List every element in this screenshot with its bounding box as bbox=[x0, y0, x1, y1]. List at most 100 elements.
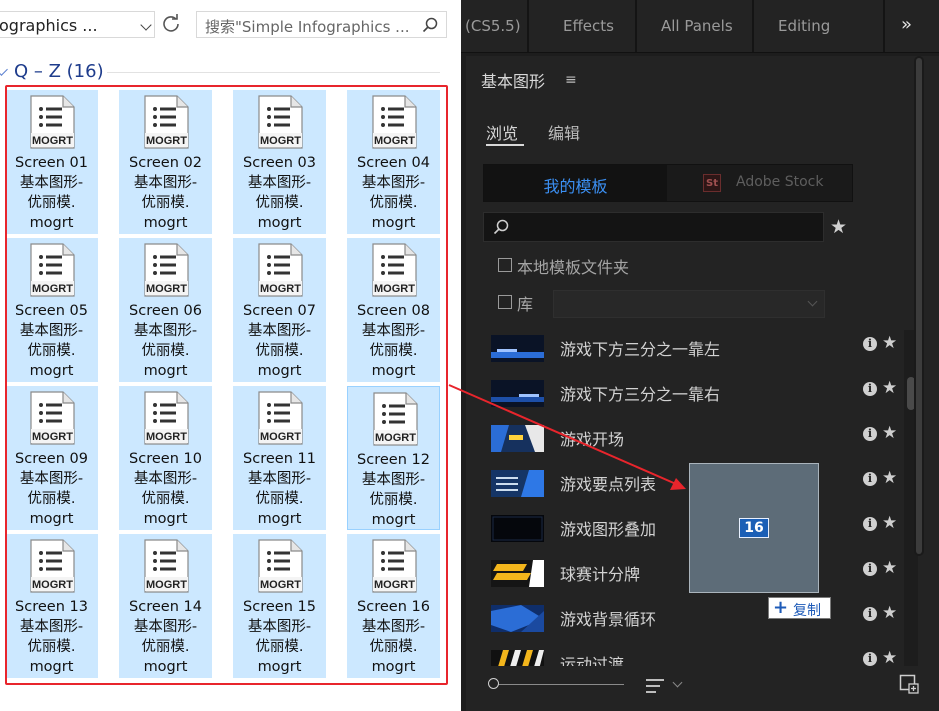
file-item[interactable]: MOGRT Screen 13 基本图形- 优丽模. mogrt bbox=[5, 534, 98, 678]
favorite-star-icon[interactable]: ★ bbox=[882, 558, 897, 578]
favorite-star-icon[interactable]: ★ bbox=[882, 468, 897, 488]
template-thumbnail bbox=[491, 515, 544, 542]
chevron-down-icon[interactable] bbox=[0, 63, 8, 76]
file-item[interactable]: MOGRT Screen 15 基本图形- 优丽模. mogrt bbox=[233, 534, 326, 678]
divider bbox=[635, 0, 637, 52]
tab-browse[interactable]: 浏览 bbox=[486, 120, 518, 144]
file-extension: mogrt bbox=[371, 512, 416, 528]
info-icon[interactable]: i bbox=[863, 472, 877, 486]
more-workspaces-icon[interactable]: » bbox=[901, 14, 912, 35]
thumbnail-size-slider[interactable] bbox=[488, 678, 624, 690]
adobe-stock-button[interactable]: St Adobe Stock bbox=[668, 165, 852, 201]
library-checkbox[interactable] bbox=[498, 295, 512, 309]
file-name-line-2: 基本图形- bbox=[19, 323, 84, 339]
panel-menu-icon[interactable]: ≡ bbox=[565, 72, 577, 88]
group-divider bbox=[107, 72, 440, 73]
address-text: ographics ... bbox=[0, 16, 98, 35]
file-name-line-3: 优丽模. bbox=[27, 195, 76, 211]
sort-line bbox=[646, 685, 660, 687]
file-item[interactable]: MOGRT Screen 04 基本图形- 优丽模. mogrt bbox=[347, 90, 440, 234]
library-dropdown[interactable] bbox=[553, 290, 825, 318]
favorite-star-icon[interactable]: ★ bbox=[882, 423, 897, 443]
file-item[interactable]: MOGRT Screen 08 基本图形- 优丽模. mogrt bbox=[347, 238, 440, 382]
template-name: 游戏下方三分之一靠左 bbox=[560, 340, 721, 359]
favorite-star-icon[interactable]: ★ bbox=[882, 378, 897, 398]
mogrt-file-label: MOGRT bbox=[374, 579, 415, 591]
file-item[interactable]: MOGRT Screen 12 基本图形- 优丽模. mogrt bbox=[347, 386, 440, 530]
file-item[interactable]: MOGRT Screen 06 基本图形- 优丽模. mogrt bbox=[119, 238, 212, 382]
search-input[interactable]: 搜索"Simple Infographics ... bbox=[196, 11, 447, 38]
file-item[interactable]: MOGRT Screen 07 基本图形- 优丽模. mogrt bbox=[233, 238, 326, 382]
tab-edit[interactable]: 编辑 bbox=[548, 120, 580, 144]
file-name-line-3: 优丽模. bbox=[255, 491, 304, 507]
my-templates-label: 我的模板 bbox=[543, 177, 608, 196]
file-name: Screen 15 bbox=[243, 599, 316, 615]
local-folder-checkbox[interactable] bbox=[498, 258, 512, 272]
mogrt-file-label: MOGRT bbox=[260, 283, 301, 295]
my-templates-button[interactable]: 我的模板 bbox=[484, 165, 667, 201]
file-name-line-3: 优丽模. bbox=[255, 343, 304, 359]
sort-menu-button[interactable] bbox=[646, 677, 688, 695]
favorite-star-icon[interactable]: ★ bbox=[882, 648, 897, 666]
file-item[interactable]: MOGRT Screen 01 基本图形- 优丽模. mogrt bbox=[5, 90, 98, 234]
workspace-editing[interactable]: Editing bbox=[778, 17, 830, 35]
refresh-icon[interactable] bbox=[160, 13, 182, 35]
new-layer-icon[interactable] bbox=[899, 674, 919, 694]
mogrt-file-label: MOGRT bbox=[146, 283, 187, 295]
mogrt-file-icon: MOGRT bbox=[30, 95, 75, 149]
file-extension: mogrt bbox=[29, 511, 74, 527]
info-icon[interactable]: i bbox=[863, 337, 877, 351]
file-name-line-2: 基本图形- bbox=[247, 619, 312, 635]
favorite-star-icon[interactable]: ★ bbox=[882, 513, 897, 533]
file-extension: mogrt bbox=[257, 363, 302, 379]
slider-knob[interactable] bbox=[488, 678, 499, 689]
file-name: Screen 08 bbox=[357, 303, 430, 319]
file-item[interactable]: MOGRT Screen 16 基本图形- 优丽模. mogrt bbox=[347, 534, 440, 678]
library-label: 库 bbox=[517, 295, 534, 314]
info-icon[interactable]: i bbox=[863, 382, 877, 396]
file-item[interactable]: MOGRT Screen 10 基本图形- 优丽模. mogrt bbox=[119, 386, 212, 530]
file-item[interactable]: MOGRT Screen 05 基本图形- 优丽模. mogrt bbox=[5, 238, 98, 382]
group-header[interactable]: Q – Z (16) bbox=[0, 61, 440, 83]
info-icon[interactable]: i bbox=[863, 517, 877, 531]
info-icon[interactable]: i bbox=[863, 427, 877, 441]
panel-scrollbar-thumb[interactable] bbox=[916, 58, 922, 554]
template-thumbnail bbox=[491, 470, 544, 497]
favorite-star-icon[interactable]: ★ bbox=[882, 333, 897, 353]
template-search-input[interactable] bbox=[483, 212, 824, 242]
chevron-down-icon[interactable] bbox=[140, 19, 152, 31]
file-extension: mogrt bbox=[371, 215, 416, 231]
template-row[interactable]: 游戏下方三分之一靠右 i ★ bbox=[466, 377, 914, 422]
template-row[interactable]: 运动过渡 i ★ bbox=[466, 647, 914, 666]
file-name-line-3: 优丽模. bbox=[369, 195, 418, 211]
file-name: Screen 09 bbox=[15, 451, 88, 467]
info-icon[interactable]: i bbox=[863, 562, 877, 576]
template-row[interactable]: 游戏开场 i ★ bbox=[466, 422, 914, 467]
panel-scrollbar[interactable] bbox=[914, 56, 924, 556]
template-thumbnail bbox=[491, 335, 544, 362]
file-item[interactable]: MOGRT Screen 14 基本图形- 优丽模. mogrt bbox=[119, 534, 212, 678]
file-extension: mogrt bbox=[371, 659, 416, 675]
info-icon[interactable]: i bbox=[863, 607, 877, 621]
template-name: 运动过渡 bbox=[560, 655, 625, 666]
search-icon[interactable] bbox=[422, 17, 438, 33]
file-item[interactable]: MOGRT Screen 02 基本图形- 优丽模. mogrt bbox=[119, 90, 212, 234]
file-item[interactable]: MOGRT Screen 03 基本图形- 优丽模. mogrt bbox=[233, 90, 326, 234]
info-icon[interactable]: i bbox=[863, 652, 877, 666]
favorites-filter-star-icon[interactable]: ★ bbox=[830, 216, 847, 238]
workspace-bar: (CS5.5) Effects All Panels Editing » bbox=[461, 0, 939, 53]
workspace-effects[interactable]: Effects bbox=[563, 17, 614, 35]
mogrt-file-label: MOGRT bbox=[146, 135, 187, 147]
address-bar[interactable]: ographics ... bbox=[0, 11, 155, 38]
template-name: 球赛计分牌 bbox=[560, 565, 641, 584]
workspace-all-panels[interactable]: All Panels bbox=[661, 17, 733, 35]
template-row[interactable]: 游戏背景循环 i ★ bbox=[466, 602, 914, 647]
file-name: Screen 10 bbox=[129, 451, 202, 467]
mogrt-file-icon: MOGRT bbox=[30, 243, 75, 297]
file-item[interactable]: MOGRT Screen 11 基本图形- 优丽模. mogrt bbox=[233, 386, 326, 530]
favorite-star-icon[interactable]: ★ bbox=[882, 603, 897, 623]
workspace-cs55[interactable]: (CS5.5) bbox=[465, 17, 521, 35]
template-row[interactable]: 游戏下方三分之一靠左 i ★ bbox=[466, 332, 914, 377]
file-item[interactable]: MOGRT Screen 09 基本图形- 优丽模. mogrt bbox=[5, 386, 98, 530]
file-name-line-2: 基本图形- bbox=[247, 323, 312, 339]
